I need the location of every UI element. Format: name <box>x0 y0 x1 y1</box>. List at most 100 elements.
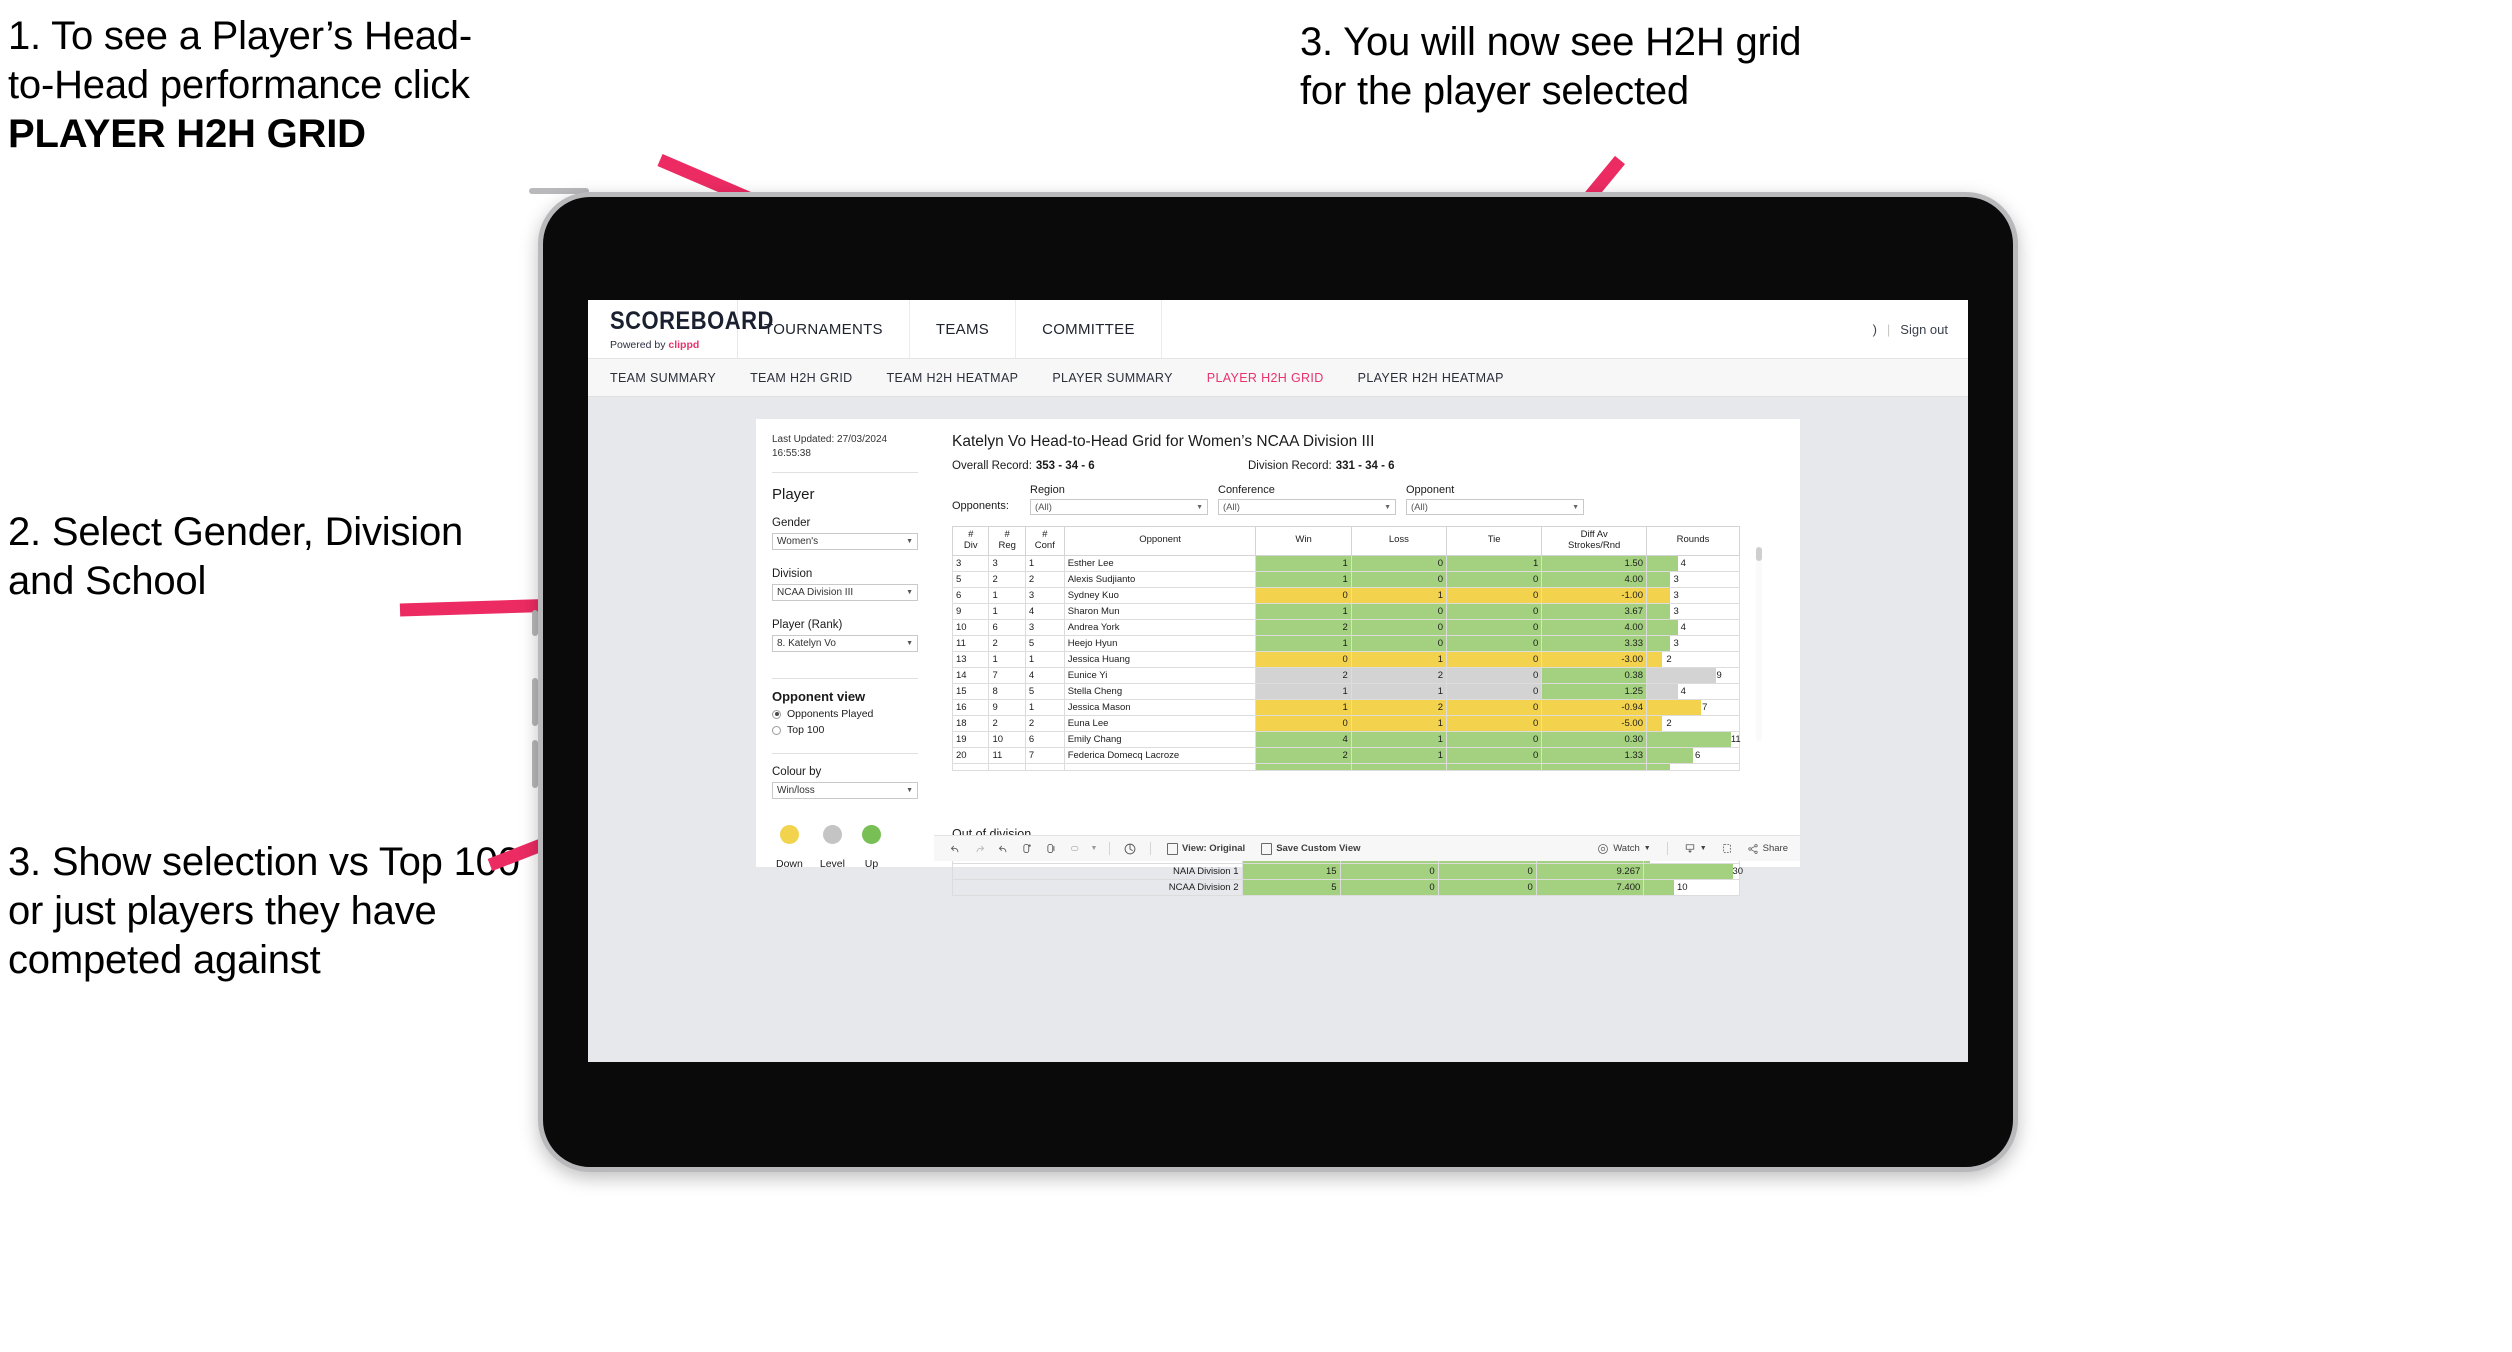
colour-by-select[interactable]: Win/loss ▼ <box>772 782 918 799</box>
player-rank-select[interactable]: 8. Katelyn Vo ▼ <box>772 635 918 652</box>
tab-player-summary[interactable]: PLAYER SUMMARY <box>1052 371 1172 385</box>
tab-player-h2h-heatmap[interactable]: PLAYER H2H HEATMAP <box>1358 371 1504 385</box>
cell-rounds: 4 <box>1646 618 1740 636</box>
app-logo[interactable]: SCOREBOARD Powered by clippd <box>588 300 773 358</box>
division-label: Division <box>772 568 813 580</box>
cell-tie: 0 <box>1446 746 1543 764</box>
annotation-step-3-right-line2: for the player selected <box>1300 68 1689 113</box>
download-button[interactable]: ▼ <box>1677 842 1714 855</box>
revert-icon[interactable] <box>992 838 1014 860</box>
table-row[interactable]: 16 9 1 Jessica Mason 1 2 0 -0.94 7 <box>951 698 1740 716</box>
cell-reg: 9 <box>988 698 1026 716</box>
cell-rounds: 3 <box>1646 602 1740 620</box>
table-row[interactable]: 9 1 4 Sharon Mun 1 0 0 3.67 3 <box>951 602 1740 620</box>
cell-conf: 2 <box>1024 570 1065 588</box>
highlight-icon[interactable] <box>1064 838 1086 860</box>
table-row[interactable]: 13 1 1 Jessica Huang 0 1 0 -3.00 2 <box>951 650 1740 668</box>
cell-win: 1 <box>1255 698 1352 716</box>
division-select[interactable]: NCAA Division III ▼ <box>772 584 918 601</box>
chevron-down-icon: ▼ <box>1384 503 1391 511</box>
table-scrollbar-track[interactable] <box>1756 547 1762 741</box>
cell-diff: 1.25 <box>1541 682 1647 700</box>
watch-button[interactable]: Watch ▼ <box>1590 843 1658 855</box>
device-preview-icon[interactable] <box>1119 838 1141 860</box>
cell-conf: 2 <box>1024 714 1065 732</box>
table-empty-space <box>952 771 1752 813</box>
cell-win: 2 <box>1255 746 1352 764</box>
annotation-step-3-right-line1: 3. You will now see H2H grid <box>1300 20 1802 64</box>
th-conf-l1: # <box>1042 529 1048 540</box>
cell-reg: 3 <box>988 554 1026 572</box>
cell-ood-diff: 9.267 <box>1535 862 1645 880</box>
cell-conf: 5 <box>1024 634 1065 652</box>
cell-conf: 7 <box>1024 746 1065 764</box>
sign-out-link[interactable]: Sign out <box>1900 322 1948 337</box>
save-custom-view-label: Save Custom View <box>1276 843 1361 854</box>
out-of-division-row[interactable]: NCAA Division 2 5 0 0 7.400 10 <box>952 878 1740 896</box>
table-row[interactable]: 11 2 5 Heejo Hyun 1 0 0 3.33 3 <box>951 634 1740 652</box>
table-row[interactable]: 15 8 5 Stella Cheng 1 1 0 1.25 4 <box>951 682 1740 700</box>
logo-tagline-brand: clippd <box>668 338 700 351</box>
toolbar-divider-1 <box>1109 842 1110 855</box>
table-row[interactable]: 14 7 4 Eunice Yi 2 2 0 0.38 9 <box>951 666 1740 684</box>
last-updated-line1: Last Updated: 27/03/2024 <box>772 434 888 445</box>
tab-player-h2h-grid[interactable]: PLAYER H2H GRID <box>1207 371 1324 385</box>
cell-win: 1 <box>1255 602 1352 620</box>
redo-icon[interactable] <box>968 838 990 860</box>
share-button[interactable]: Share <box>1740 843 1800 855</box>
division-record-value: 331 - 34 - 6 <box>1335 460 1395 472</box>
toolbar-divider-2 <box>1150 842 1151 855</box>
cell-reg: 7 <box>988 666 1026 684</box>
save-view-icon <box>1261 842 1273 855</box>
nav-item-committee[interactable]: COMMITTEE <box>1016 300 1162 358</box>
chevron-down-icon[interactable]: ▼ <box>1088 838 1100 860</box>
table-row[interactable]: 18 2 2 Euna Lee 0 1 0 -5.00 2 <box>951 714 1740 732</box>
nav-item-teams[interactable]: TEAMS <box>910 300 1017 358</box>
cell-rounds: 7 <box>1646 698 1740 716</box>
fullscreen-icon[interactable] <box>1716 838 1738 860</box>
primary-nav: TOURNAMENTS TEAMS COMMITTEE <box>738 300 1162 358</box>
annotation-step-3-right: 3. You will now see H2H grid for the pla… <box>1300 18 2090 116</box>
refresh-data-icon[interactable] <box>1016 838 1038 860</box>
filter-conference-select[interactable]: (All) ▼ <box>1218 499 1396 515</box>
filter-opponent-select[interactable]: (All) ▼ <box>1406 499 1584 515</box>
radio-opponents-played[interactable]: Opponents Played <box>772 708 918 720</box>
th-reg-l1: # <box>1004 529 1010 540</box>
cell-opponent: Heejo Hyun <box>1063 634 1257 652</box>
filter-region-value: (All) <box>1035 501 1052 513</box>
cell-conf: 3 <box>1024 586 1065 604</box>
player-rank-label: Player (Rank) <box>772 619 843 631</box>
gender-select[interactable]: Women's ▼ <box>772 533 918 550</box>
table-row[interactable]: 10 6 3 Andrea York 2 0 0 4.00 4 <box>951 618 1740 636</box>
table-row[interactable]: 6 1 3 Sydney Kuo 0 1 0 -1.00 3 <box>951 586 1740 604</box>
cell-conf: 1 <box>1024 554 1065 572</box>
legend-label-level: Level <box>819 858 845 870</box>
table-scrollbar-thumb[interactable] <box>1756 547 1762 561</box>
table-row[interactable]: 3 3 1 Esther Lee 1 0 1 1.50 4 <box>951 554 1740 572</box>
table-row[interactable]: 19 10 6 Emily Chang 4 1 0 0.30 11 <box>951 730 1741 748</box>
tab-team-h2h-heatmap[interactable]: TEAM H2H HEATMAP <box>887 371 1019 385</box>
undo-icon[interactable] <box>944 838 966 860</box>
out-of-division-row[interactable]: NAIA Division 1 15 0 0 9.267 30 <box>952 862 1743 880</box>
table-row-clipped[interactable] <box>951 762 1740 771</box>
tab-team-h2h-grid[interactable]: TEAM H2H GRID <box>750 371 852 385</box>
cell-ood-tie: 0 <box>1437 862 1537 880</box>
secondary-nav: TEAM SUMMARY TEAM H2H GRID TEAM H2H HEAT… <box>588 359 1968 397</box>
table-row[interactable]: 20 11 7 Federica Domecq Lacroze 2 1 0 1.33 6 <box>951 746 1740 764</box>
save-custom-view-button[interactable]: Save Custom View <box>1254 842 1367 855</box>
opponent-filters: Opponents: Region (All) ▼ Conference (Al <box>952 484 1782 515</box>
annotation-step-1-line1: 1. To see a Player’s Head- <box>8 14 472 58</box>
filter-region-select[interactable]: (All) ▼ <box>1030 499 1208 515</box>
watch-label: Watch <box>1613 843 1640 854</box>
radio-top-100[interactable]: Top 100 <box>772 724 918 736</box>
cell-ood-win: 5 <box>1241 878 1341 896</box>
radio-icon-unselected <box>772 725 781 735</box>
cell-ood-tie: 0 <box>1437 878 1537 896</box>
cell-diff: -1.00 <box>1541 586 1647 604</box>
cell-ood-label: NCAA Division 2 <box>952 878 1243 896</box>
pause-updates-icon[interactable] <box>1040 838 1062 860</box>
view-original-button[interactable]: View: Original <box>1160 842 1252 855</box>
table-row[interactable]: 5 2 2 Alexis Sudjianto 1 0 0 4.00 3 <box>951 570 1740 588</box>
tab-team-summary[interactable]: TEAM SUMMARY <box>610 371 716 385</box>
